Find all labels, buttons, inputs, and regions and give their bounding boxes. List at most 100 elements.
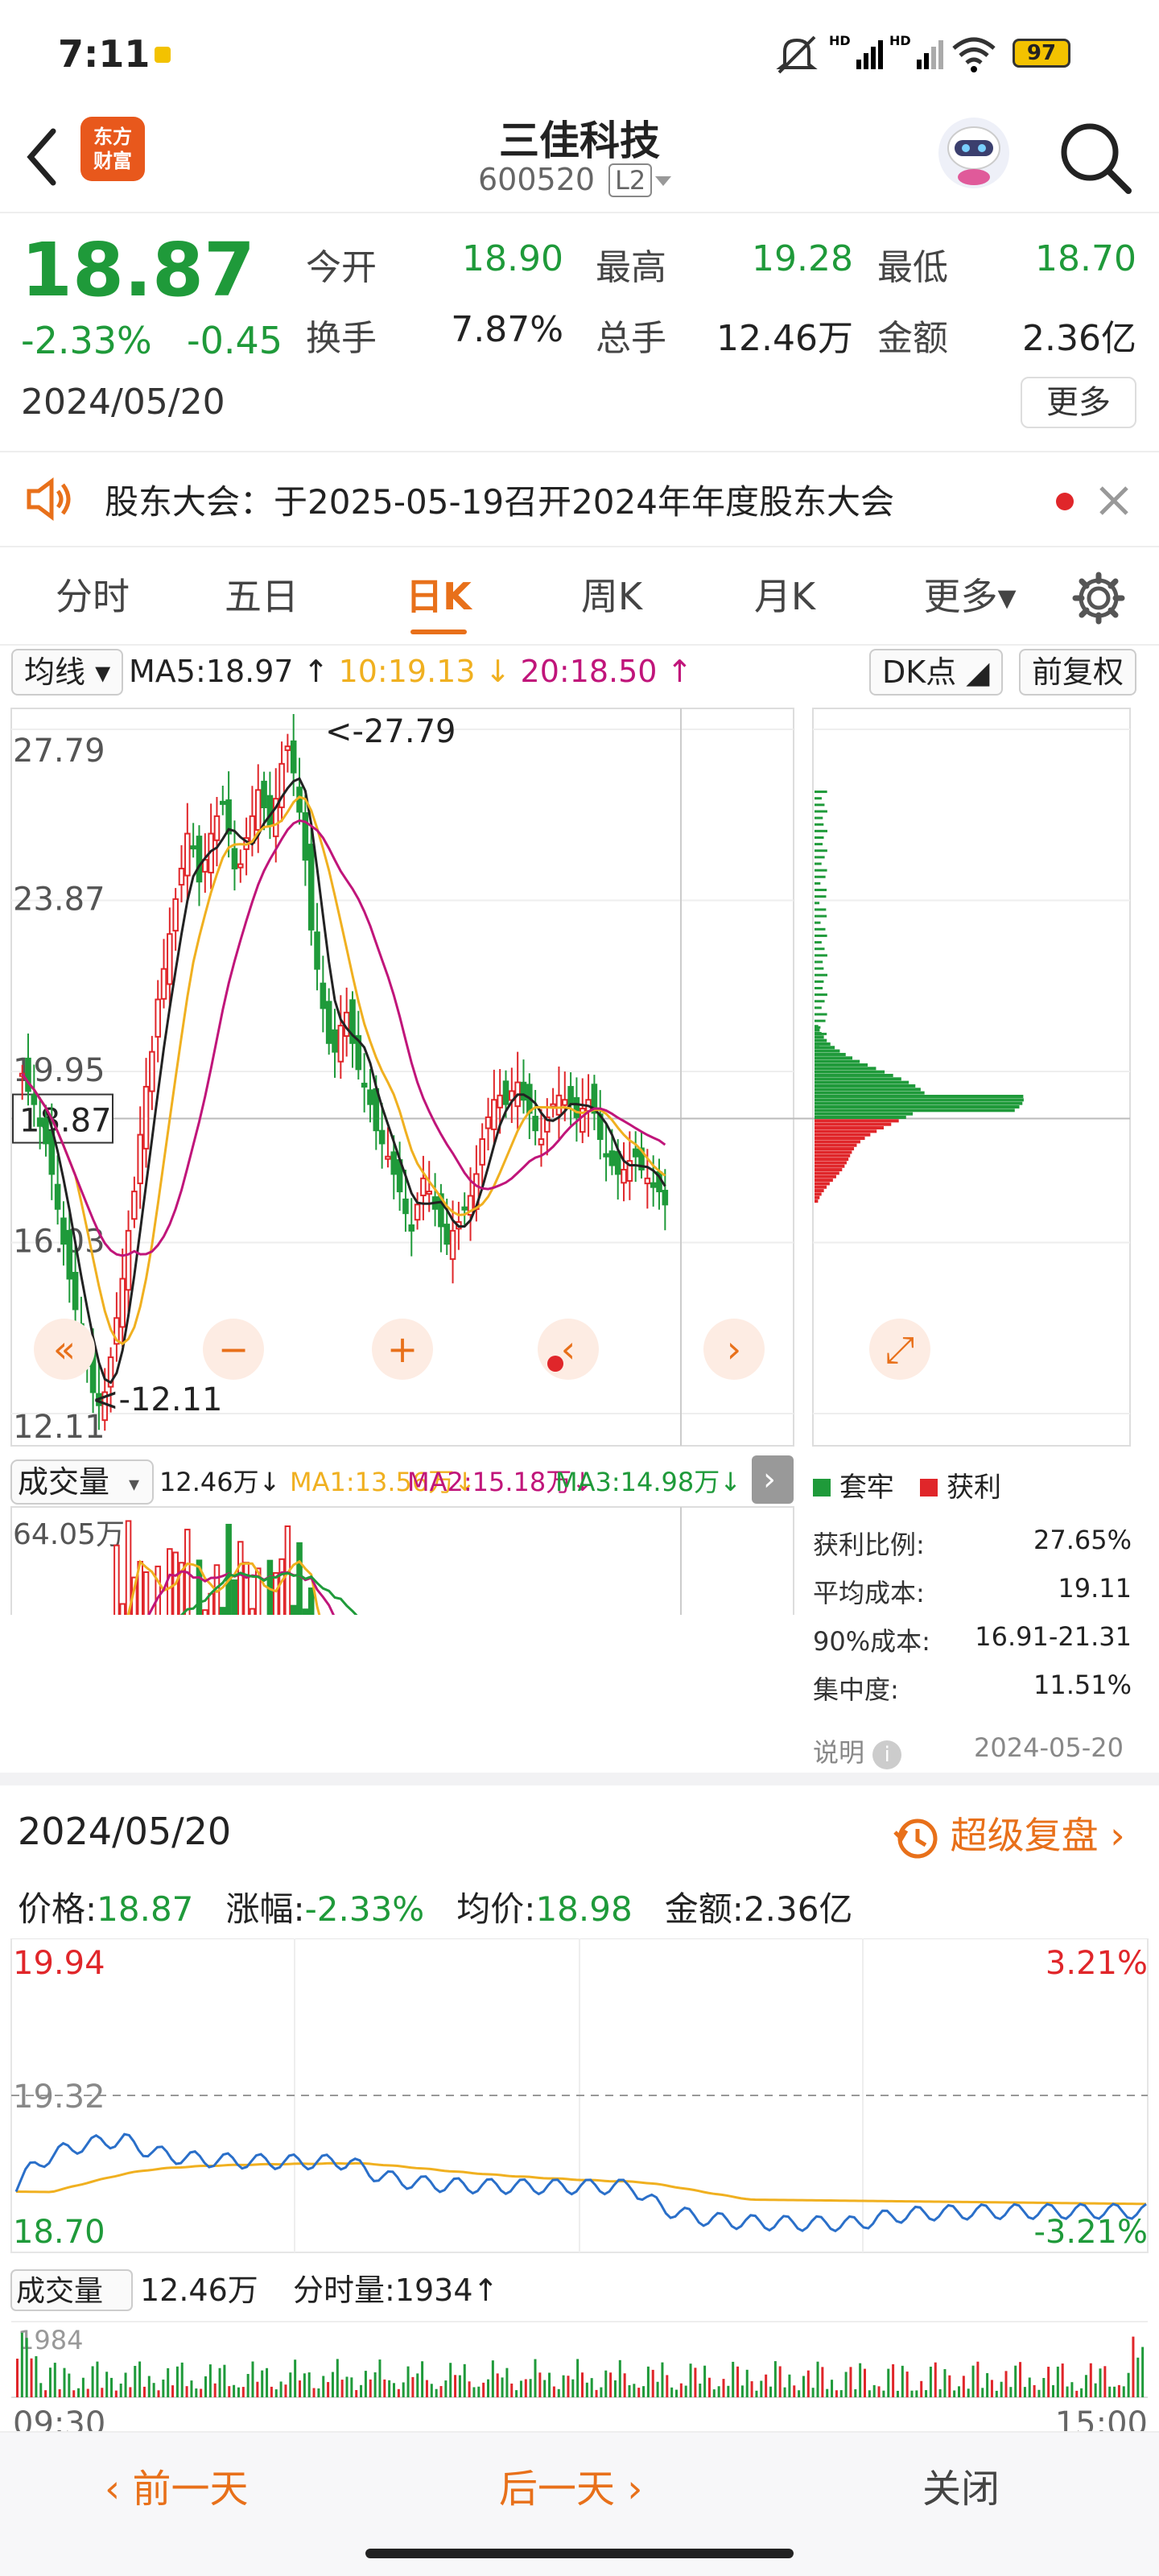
tab-3[interactable]: 周K bbox=[543, 549, 680, 644]
next-day-label: 后一天 bbox=[499, 2467, 616, 2512]
adjust-button[interactable]: 前复权 bbox=[1019, 649, 1137, 696]
candle-body bbox=[414, 1203, 421, 1221]
intraday-volume-bar bbox=[953, 2390, 956, 2397]
intraday-volume-bar bbox=[585, 2382, 588, 2397]
intraday-volume-bar bbox=[929, 2366, 932, 2397]
battery-icon: 97 bbox=[1013, 39, 1070, 68]
chip-bar bbox=[815, 1039, 827, 1042]
intraday-volume-bar bbox=[1122, 2386, 1125, 2397]
notice-bar[interactable]: 股东大会：于2025-05-19召开2024年年度股东大会 bbox=[0, 451, 1159, 547]
close-button[interactable]: 关闭 bbox=[922, 2457, 1000, 2513]
intraday-volume-bar bbox=[105, 2372, 109, 2397]
intraday-volume-bar bbox=[844, 2372, 848, 2397]
intraday-volume-bar bbox=[567, 2376, 570, 2397]
chip-bar bbox=[815, 849, 827, 852]
intraday-volume-bar bbox=[740, 2385, 744, 2397]
note-link[interactable]: 说明 i bbox=[813, 1732, 902, 1769]
period-tabs: 分时 五日 日K 周K 月K 更多▾ bbox=[0, 549, 1159, 646]
intraday-volume-bar bbox=[986, 2373, 989, 2397]
chip-bar bbox=[815, 856, 825, 859]
ma-legend: MA5:18.97 ↑ 10:19.13 ↓ 20:18.50 ↑ bbox=[129, 654, 692, 689]
chip-bar bbox=[815, 1101, 1023, 1105]
intraday-volume-bar bbox=[81, 2377, 85, 2397]
chip-bar bbox=[815, 881, 821, 885]
dk-point-button[interactable]: DK点 ◢ bbox=[869, 649, 1003, 696]
tab-2[interactable]: 日K bbox=[370, 549, 507, 644]
chip-bar bbox=[815, 1046, 819, 1049]
volume-bar bbox=[155, 1565, 161, 1615]
ma10-line bbox=[21, 795, 666, 1346]
intraday-volume-bar bbox=[383, 2379, 386, 2397]
quote-field-value: 18.70 bbox=[1035, 238, 1136, 279]
quote-field-value: 7.87% bbox=[451, 309, 563, 350]
close-icon[interactable] bbox=[1096, 483, 1132, 518]
intraday-volume-bar bbox=[962, 2376, 965, 2397]
intraday-volume-bar bbox=[228, 2386, 231, 2397]
quote-field-label: 最低 bbox=[877, 247, 948, 288]
tab-4[interactable]: 月K bbox=[716, 549, 853, 644]
price-value: 18.87 bbox=[97, 1889, 194, 1929]
intraday-volume-bar bbox=[670, 2387, 674, 2397]
quote-field-label: 最高 bbox=[596, 247, 666, 288]
candle-body bbox=[420, 1177, 427, 1197]
level2-badge[interactable]: L2 bbox=[608, 163, 653, 197]
intraday-volume-bar bbox=[388, 2380, 391, 2397]
ma10-value: 10:19.13 ↓ bbox=[338, 654, 511, 689]
intraday-volume-bar bbox=[571, 2379, 575, 2397]
robot-assistant-icon[interactable] bbox=[934, 113, 1014, 193]
chip-bar bbox=[815, 797, 822, 800]
intraday-volume-bar bbox=[901, 2365, 904, 2397]
wifi-icon bbox=[952, 37, 996, 72]
intraday-volume-bar bbox=[435, 2388, 438, 2397]
super-replay-link[interactable]: 超级复盘 › bbox=[893, 1806, 1125, 1861]
intraday-volume-bar bbox=[882, 2390, 885, 2397]
avg-value: 18.98 bbox=[535, 1889, 633, 1929]
chip-bar bbox=[815, 816, 823, 819]
candle-body bbox=[485, 1116, 492, 1129]
tab-0[interactable]: 分时 bbox=[24, 549, 161, 644]
note-date: 2024-05-20 bbox=[974, 1732, 1124, 1763]
search-icon[interactable] bbox=[1054, 117, 1135, 197]
intraday-volume-bar bbox=[821, 2367, 824, 2397]
candle-body bbox=[237, 863, 244, 869]
candle-body bbox=[325, 1001, 332, 1044]
intraday-volume-bar bbox=[496, 2373, 499, 2397]
ma-selector[interactable]: 均线 ▾ bbox=[11, 649, 124, 696]
intraday-chart[interactable]: 19.9419.3218.703.21%-3.21%成交量 12.46万 分时量:1… bbox=[0, 1938, 1159, 2438]
intraday-volume-bar bbox=[769, 2386, 772, 2397]
intraday-volume-bar bbox=[694, 2368, 697, 2397]
intraday-volume-bar bbox=[1061, 2363, 1064, 2397]
candle-body bbox=[385, 1155, 391, 1160]
next-day-button[interactable]: 后一天 › bbox=[499, 2457, 642, 2513]
trap-label: 套牢 bbox=[839, 1472, 894, 1504]
intraday-volume-bar bbox=[826, 2388, 829, 2397]
chip-bar bbox=[815, 869, 827, 872]
chip-bar bbox=[815, 1116, 906, 1120]
dropdown-triangle-icon[interactable] bbox=[654, 175, 673, 188]
more-button[interactable]: 更多 bbox=[1021, 377, 1136, 428]
tab-1[interactable]: 五日 bbox=[193, 549, 330, 644]
intraday-volume-bar bbox=[360, 2384, 363, 2397]
volume-bar bbox=[272, 1571, 279, 1615]
intraday-volume-bar bbox=[171, 2385, 175, 2397]
intraday-volume-bar bbox=[1009, 2387, 1013, 2397]
chip-bar bbox=[815, 836, 824, 839]
intraday-volume-bar bbox=[393, 2383, 395, 2397]
volume-dropdown-icon: ▾ bbox=[129, 1472, 139, 1496]
prev-day-button[interactable]: ‹ 前一天 bbox=[105, 2457, 248, 2513]
volume-bar bbox=[249, 1608, 256, 1615]
intraday-volume-bar bbox=[811, 2388, 815, 2397]
chip-stat-label: 90%成本: bbox=[813, 1626, 930, 1657]
intraday-volume-bar bbox=[53, 2363, 56, 2397]
status-time: 7:11 bbox=[58, 32, 151, 76]
intraday-volume-bar bbox=[656, 2381, 659, 2397]
tab-5[interactable]: 更多▾ bbox=[901, 549, 1038, 644]
intraday-volume-bar bbox=[425, 2380, 428, 2397]
chip-bar bbox=[815, 1129, 877, 1133]
intraday-volume-bar bbox=[1042, 2378, 1046, 2397]
intraday-volume-bar bbox=[633, 2384, 636, 2397]
settings-gear-icon[interactable] bbox=[1070, 570, 1127, 626]
intraday-volume-bar bbox=[284, 2384, 287, 2397]
intraday-volume-bar bbox=[157, 2390, 160, 2397]
intraday-volume-bar bbox=[299, 2380, 301, 2397]
